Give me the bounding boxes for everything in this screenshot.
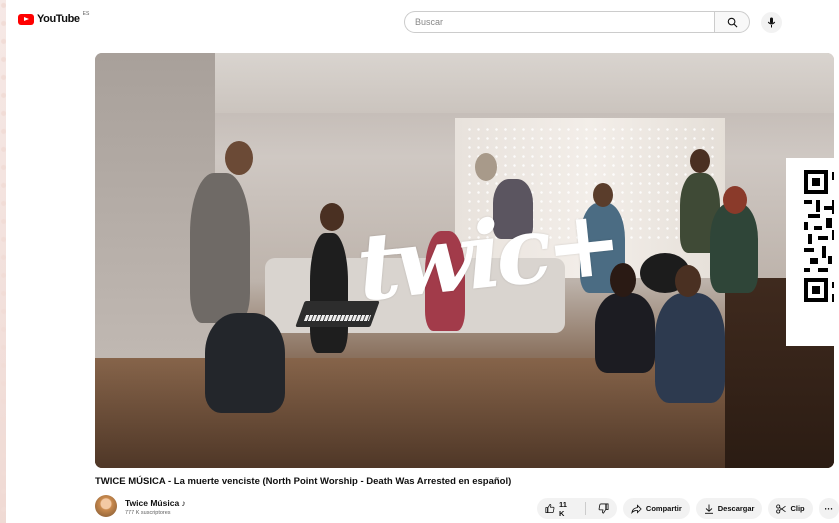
voice-search-button[interactable] xyxy=(761,12,782,33)
like-dislike-group: 11 K xyxy=(537,498,617,519)
share-icon xyxy=(631,503,642,514)
share-button[interactable]: Compartir xyxy=(622,498,690,519)
qr-code-icon xyxy=(804,170,834,302)
country-code: ES xyxy=(82,11,90,17)
like-button[interactable]: 11 K xyxy=(537,498,581,519)
subscriber-count: 777 K suscriptores xyxy=(125,510,171,516)
dislike-button[interactable] xyxy=(590,498,617,519)
youtube-logo-icon xyxy=(18,13,34,25)
video-scene-head xyxy=(690,149,710,173)
share-label: Compartir xyxy=(645,504,682,513)
search-button[interactable] xyxy=(714,11,750,33)
video-scene-person xyxy=(190,173,250,323)
like-count: 11 K xyxy=(558,499,567,518)
youtube-logo[interactable]: YouTube ES xyxy=(18,11,90,25)
video-scene-head xyxy=(675,265,701,297)
qr-code xyxy=(786,158,834,346)
download-button[interactable]: Descargar xyxy=(695,498,763,519)
clip-label: Clip xyxy=(790,504,805,513)
video-scene-person xyxy=(710,203,758,293)
divider xyxy=(585,502,586,515)
scissors-icon xyxy=(776,503,787,514)
video-scene-head xyxy=(225,141,253,175)
mic-icon xyxy=(767,17,776,28)
channel-avatar[interactable] xyxy=(95,495,117,517)
thumb-down-icon xyxy=(598,503,609,514)
video-scene-person xyxy=(310,233,348,353)
more-icon: ··· xyxy=(824,503,834,514)
search-input[interactable]: Buscar xyxy=(404,11,714,33)
video-scene-person xyxy=(655,293,725,403)
video-scene-head xyxy=(475,153,497,181)
video-title: TWICE MÚSICA - La muerte venciste (North… xyxy=(95,476,512,487)
search-placeholder: Buscar xyxy=(415,17,444,27)
logo-text: YouTube xyxy=(37,13,80,25)
video-scene-head xyxy=(723,186,747,214)
video-overlay-logo: twic+ xyxy=(352,187,622,323)
video-scene-ceiling xyxy=(215,53,834,113)
search-icon xyxy=(727,17,737,27)
search-bar: Buscar xyxy=(404,11,750,33)
video-scene-keys xyxy=(303,315,372,321)
video-scene-person xyxy=(205,313,285,413)
thumb-up-icon xyxy=(545,503,555,514)
clip-button[interactable]: Clip xyxy=(768,498,813,519)
video-scene-head xyxy=(320,203,344,231)
more-actions-button[interactable]: ··· xyxy=(818,498,839,519)
download-label: Descargar xyxy=(717,504,755,513)
download-icon xyxy=(704,504,713,514)
channel-name[interactable]: Twice Música ♪ xyxy=(125,498,186,508)
action-bar: 11 K Compartir Descargar Clip ··· xyxy=(537,498,839,519)
video-player[interactable]: twic+ xyxy=(95,53,834,468)
video-scene-person xyxy=(595,293,655,373)
